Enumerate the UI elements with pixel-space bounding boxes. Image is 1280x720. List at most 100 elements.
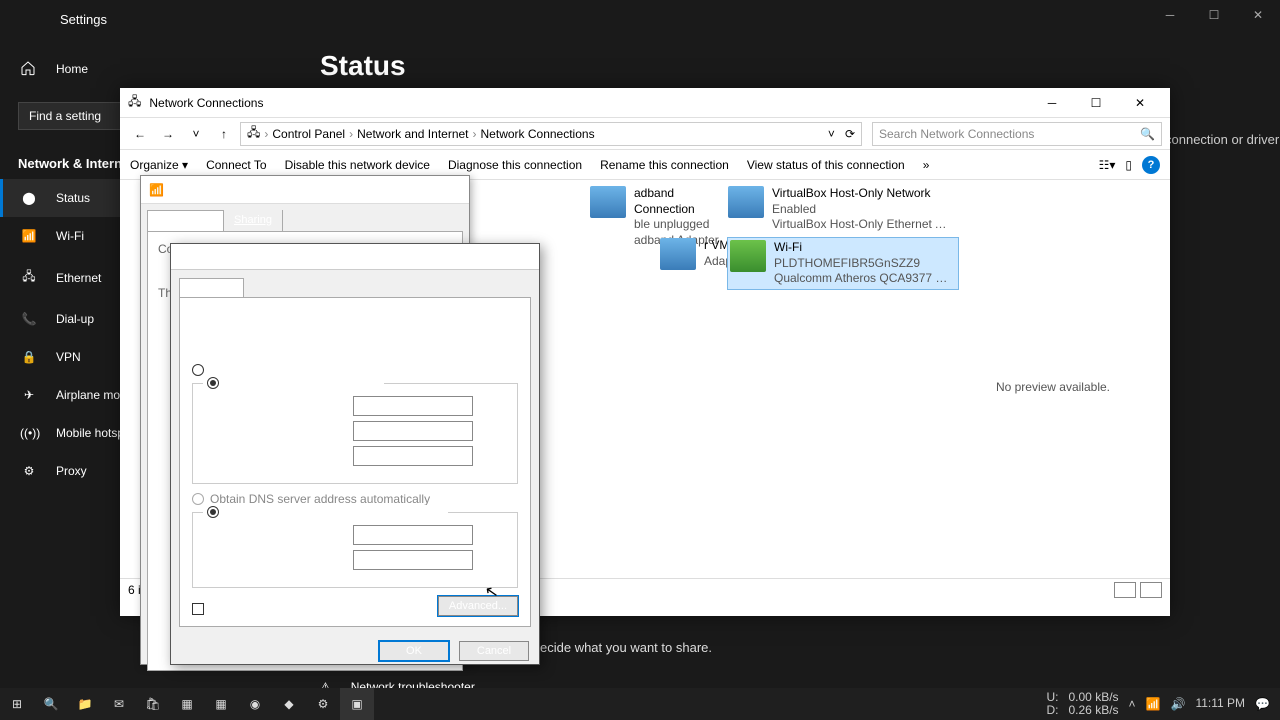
settings-title: Settings	[60, 12, 107, 27]
taskbar: ⊞ 🔍 📁 ✉ 🛍 ▦ ▦ ◉ ◆ ⚙ ▣ U:D: 0.00 kB/s0.26…	[0, 688, 1280, 720]
dns-group: Use the following DNS server addresses: …	[192, 512, 518, 588]
ok-button[interactable]: OK	[379, 641, 449, 661]
chrome-icon[interactable]: ◉	[238, 688, 272, 720]
app-icon[interactable]: ▦	[170, 688, 204, 720]
no-preview-text: No preview available.	[996, 380, 1110, 394]
clock[interactable]: 11:11 PM	[1195, 697, 1245, 710]
file-explorer-icon[interactable]: 📁	[68, 688, 102, 720]
cancel-button[interactable]: Cancel	[459, 641, 529, 661]
dropdown-history[interactable]: ˅	[184, 122, 208, 146]
forward-button[interactable]: →	[156, 122, 180, 146]
breadcrumb-dropdown[interactable]: ˅	[828, 127, 835, 141]
tray-up-icon[interactable]: ˄	[1129, 697, 1136, 711]
preferred-dns-label: Preferred DNS server:	[203, 528, 353, 542]
alternate-dns-input[interactable]: 8.8.4.4	[353, 550, 473, 570]
breadcrumb[interactable]: 🖧 › Control Panel › Network and Internet…	[240, 122, 862, 146]
cmd-viewstatus[interactable]: View status of this connection	[747, 158, 905, 172]
tcpip-titlebar[interactable]: Internet Protocol Version 4 (TCP/IPv4) P…	[171, 244, 539, 270]
minimize-button[interactable]: ─	[1148, 0, 1192, 30]
wifi-icon: 📶	[149, 183, 164, 197]
advanced-button[interactable]: Advanced...	[438, 596, 518, 616]
radio-icon	[207, 377, 219, 389]
find-placeholder: Find a setting	[29, 109, 101, 123]
subnet-mask-input[interactable]: 255.255.255.0	[353, 421, 473, 441]
exp-minimize[interactable]: ─	[1030, 88, 1074, 118]
radio-ip-manual[interactable]: Use the following IP address:	[203, 376, 384, 390]
home-button[interactable]: Home	[0, 50, 300, 88]
cmd-organize[interactable]: Organize ▾	[130, 158, 188, 172]
cmd-overflow[interactable]: »	[923, 158, 930, 172]
nav-icon: ⬤	[20, 191, 38, 205]
home-label: Home	[56, 62, 88, 76]
store-icon[interactable]: 🛍	[136, 688, 170, 720]
explorer-navbar: ← → ˅ ↑ 🖧 › Control Panel › Network and …	[120, 118, 1170, 150]
wifi-props-close[interactable]: ✕	[437, 183, 461, 197]
net-download: 0.00 kB/s0.26 kB/s	[1069, 691, 1119, 717]
adapter-item[interactable]: VirtualBox Host-Only NetworkEnabledVirtu…	[728, 186, 958, 233]
tray-volume-icon[interactable]: 🔊	[1171, 697, 1186, 711]
ip-address-label: IP address:	[203, 399, 353, 413]
refresh-button[interactable]: ⟳	[845, 127, 855, 141]
radio-dns-manual[interactable]: Use the following DNS server addresses:	[203, 505, 448, 519]
app-icon[interactable]: ▦	[204, 688, 238, 720]
gateway-label: Default gateway:	[203, 449, 353, 463]
nav-icon: 🔒	[20, 350, 38, 364]
view-details-icon[interactable]	[1114, 582, 1136, 598]
window-controls: ─ ☐ ✕	[1148, 0, 1280, 30]
tab-general[interactable]: General	[179, 278, 244, 297]
tcpip-properties-dialog: Internet Protocol Version 4 (TCP/IPv4) P…	[170, 243, 540, 665]
nav-icon: 🖧	[20, 267, 38, 288]
nav-icon: ((•))	[20, 426, 38, 440]
page-title: Status	[320, 50, 406, 82]
settings-icon[interactable]: ⚙	[306, 688, 340, 720]
maximize-button[interactable]: ☐	[1192, 0, 1236, 30]
exp-close[interactable]: ✕	[1118, 88, 1162, 118]
radio-ip-auto[interactable]: Obtain an IP address automatically	[192, 363, 518, 377]
cmd-rename[interactable]: Rename this connection	[600, 158, 729, 172]
view-options-icon[interactable]: ☷▾	[1099, 158, 1116, 172]
tray-wifi-icon[interactable]: 📶	[1146, 697, 1161, 711]
explorer-titlebar[interactable]: 🖧 Network Connections ─ ☐ ✕	[120, 88, 1170, 118]
radio-icon	[207, 506, 219, 518]
up-button[interactable]: ↑	[212, 122, 236, 146]
adapter-item[interactable]: r VMnet8Adapter ...	[660, 238, 720, 270]
notifications-icon[interactable]: 💬	[1255, 697, 1270, 711]
radio-icon	[192, 364, 204, 376]
help-icon[interactable]: ?	[1142, 156, 1160, 174]
breadcrumb-icon: 🖧	[247, 123, 260, 144]
validate-checkbox[interactable]: Validate settings upon exit	[192, 602, 349, 616]
search-icon[interactable]: 🔍	[34, 688, 68, 720]
radio-icon	[192, 493, 204, 505]
app-icon[interactable]: ◆	[272, 688, 306, 720]
active-app-icon[interactable]: ▣	[340, 688, 374, 720]
close-button[interactable]: ✕	[1236, 0, 1280, 30]
checkbox-icon	[192, 603, 204, 615]
search-input[interactable]: Search Network Connections 🔍	[872, 122, 1162, 146]
adapter-icon	[728, 186, 764, 218]
nav-icon: 📶	[20, 229, 38, 243]
start-button[interactable]: ⊞	[0, 688, 34, 720]
mail-icon[interactable]: ✉	[102, 688, 136, 720]
ip-address-input[interactable]: 192.168.99.15	[353, 396, 473, 416]
view-large-icon[interactable]	[1140, 582, 1162, 598]
home-icon	[20, 60, 38, 78]
nav-icon: ✈	[20, 388, 38, 402]
radio-dns-auto: Obtain DNS server address automatically	[192, 492, 518, 506]
tab-networking[interactable]: Networking	[147, 210, 224, 231]
wifi-props-titlebar[interactable]: 📶 Wi-Fi Properties ✕	[141, 176, 469, 204]
adapter-icon	[730, 240, 766, 272]
tab-sharing[interactable]: Sharing	[224, 210, 283, 231]
back-button[interactable]: ←	[128, 122, 152, 146]
gateway-input[interactable]: 192.168.99.1	[353, 446, 473, 466]
adapter-item[interactable]: Wi-FiPLDTHOMEFIBR5GnSZZ9Qualcomm Atheros…	[728, 238, 958, 289]
cmd-disable[interactable]: Disable this network device	[285, 158, 430, 172]
cmd-diagnose[interactable]: Diagnose this connection	[448, 158, 582, 172]
preferred-dns-input[interactable]: 8.8.8.8	[353, 525, 473, 545]
search-icon: 🔍	[1140, 127, 1155, 141]
tcpip-close-button[interactable]: ✕	[505, 248, 531, 265]
cmd-connect[interactable]: Connect To	[206, 158, 267, 172]
exp-maximize[interactable]: ☐	[1074, 88, 1118, 118]
nav-icon: 📞	[20, 312, 38, 326]
preview-pane-icon[interactable]: ▯	[1125, 158, 1132, 172]
net-upload: U:D:	[1047, 691, 1059, 717]
